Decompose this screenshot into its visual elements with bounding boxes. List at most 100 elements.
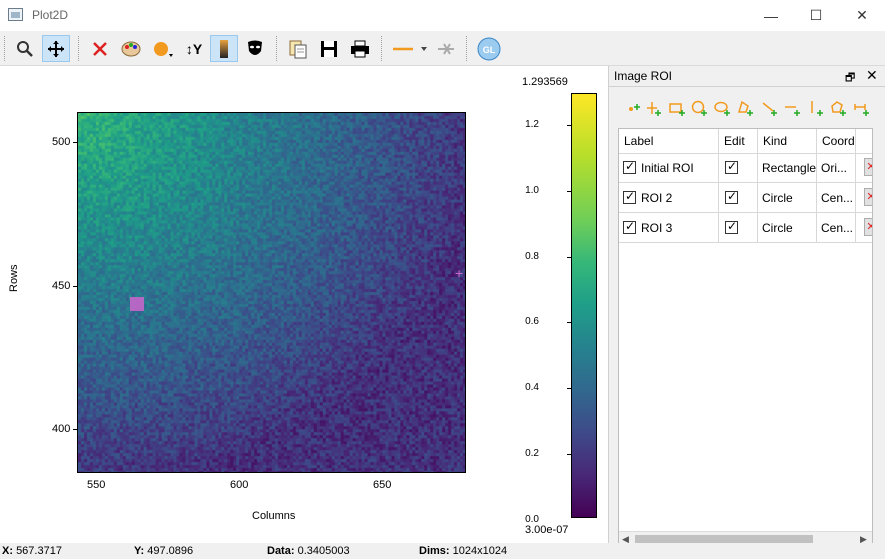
toolbar-separator [381,36,383,61]
title-bar: Plot2D — ☐ ✕ [0,0,885,31]
polygon-roi-icon[interactable] [736,100,754,118]
colorbar-min-label: 3.00e-07 [525,524,569,536]
column-header-edit[interactable]: Edit [719,129,758,154]
status-data-value: 0.3405003 [297,545,350,557]
colorbar-tick-mark [567,322,571,323]
roi-table: Label Edit Kind Coord Initial ROI Rectan… [618,128,873,548]
roi-visible-checkbox[interactable] [623,189,636,204]
colorbar-tick-mark [567,257,571,258]
roi-coord: Cen... [817,183,856,213]
profile-line-icon[interactable] [390,35,430,62]
dock-close-icon[interactable]: ✕ [866,67,878,84]
toolbar-separator [276,36,278,61]
freehand-roi-icon[interactable] [829,100,847,118]
delete-roi-button[interactable]: ✕ [864,188,872,206]
colorbar-tick-mark [567,388,571,389]
column-header-coord[interactable]: Coord [817,129,856,154]
roi-kind: Rectangle [758,153,817,183]
colorbar-tick-mark [567,191,571,192]
status-y: Y: 497.0896 [134,545,194,557]
status-x-value: 567.3717 [16,545,62,557]
marker-icon[interactable] [149,35,177,62]
heatmap-image[interactable] [78,113,465,472]
svg-text:GL: GL [483,45,496,55]
profile-clear-icon[interactable] [432,35,460,62]
colorbar-tick: 0.2 [525,448,539,459]
image-canvas[interactable] [77,112,466,473]
y-axis-icon[interactable]: ↕Y [180,35,208,62]
vline-roi-icon[interactable] [806,100,824,118]
table-row-delete-cell: ✕ [856,213,872,243]
colorbar-tick: 0.8 [525,251,539,262]
close-button[interactable]: ✕ [839,0,885,31]
roi-visible-checkbox[interactable] [623,219,636,234]
toolbar-grip [4,36,6,61]
save-icon[interactable] [315,35,343,62]
roi-edit-checkbox[interactable] [725,189,738,204]
colorbar-tick: 0.6 [525,316,539,327]
mask-icon[interactable] [241,35,269,62]
dock-title: Image ROI [614,69,673,83]
table-row-edit-cell[interactable] [719,213,758,243]
table-row-label-cell[interactable]: ROI 3 [619,213,719,243]
status-y-value: 497.0896 [147,545,194,557]
roi-visible-checkbox[interactable] [623,159,636,174]
column-header-kind[interactable]: Kind [758,129,817,154]
line-roi-icon[interactable] [760,100,778,118]
table-row-edit-cell[interactable] [719,153,758,183]
zoom-icon[interactable] [11,35,39,62]
colorbar-icon[interactable] [210,35,238,62]
y-tick-500: 500 [52,136,71,148]
roi-marker[interactable] [130,297,144,311]
roi-kind: Circle [758,183,817,213]
delete-roi-button[interactable]: ✕ [864,218,872,236]
colorbar [571,93,597,518]
app-icon [8,8,23,21]
hrange-roi-icon[interactable] [852,100,870,118]
status-dims-value: 1024x1024 [452,545,508,557]
window-title: Plot2D [32,8,69,22]
maximize-button[interactable]: ☐ [793,0,839,31]
table-row-label-cell[interactable]: ROI 2 [619,183,719,213]
point-roi-icon[interactable] [624,100,642,118]
opengl-icon[interactable]: GL [475,35,503,62]
table-row-edit-cell[interactable] [719,183,758,213]
status-bar: X: 567.3717 Y: 497.0896 Data: 0.3405003 … [0,543,885,559]
roi-crosshair-icon[interactable]: + [455,266,463,280]
dock-divider [609,86,885,87]
roi-coord: Cen... [817,213,856,243]
table-row-label-cell[interactable]: Initial ROI [619,153,719,183]
x-axis-label: Columns [252,510,296,522]
column-header-label[interactable]: Label [619,129,719,154]
colorbar-tick: 0.0 [525,514,539,525]
y-axis-label: Rows [8,264,20,292]
clear-icon[interactable] [86,35,114,62]
table-row-delete-cell: ✕ [856,183,872,213]
y-tick-400: 400 [52,423,71,435]
delete-roi-button[interactable]: ✕ [864,158,872,176]
toolbar-separator [78,36,80,61]
rectangle-roi-icon[interactable] [668,100,686,118]
roi-label: Initial ROI [641,161,694,175]
print-icon[interactable] [346,35,374,62]
pan-icon[interactable] [42,35,70,62]
x-tick-600: 600 [230,479,249,491]
roi-label: ROI 2 [641,191,673,205]
roi-edit-checkbox[interactable] [725,159,738,174]
colorbar-tick-mark [567,125,571,126]
roi-kind: Circle [758,213,817,243]
copy-icon[interactable] [284,35,312,62]
circle-roi-icon[interactable] [690,100,708,118]
cross-roi-icon[interactable] [645,100,663,118]
roi-coord: Ori... [817,153,856,183]
colormap-icon[interactable] [117,35,145,62]
toolbar-separator [466,36,468,61]
minimize-button[interactable]: — [748,0,794,31]
hline-roi-icon[interactable] [783,100,801,118]
column-header-delete [856,129,872,154]
colorbar-tick: 1.0 [525,185,539,196]
roi-edit-checkbox[interactable] [725,219,738,234]
status-x: X: 567.3717 [2,545,62,557]
ellipse-roi-icon[interactable] [713,100,731,118]
colorbar-tick-mark [567,454,571,455]
